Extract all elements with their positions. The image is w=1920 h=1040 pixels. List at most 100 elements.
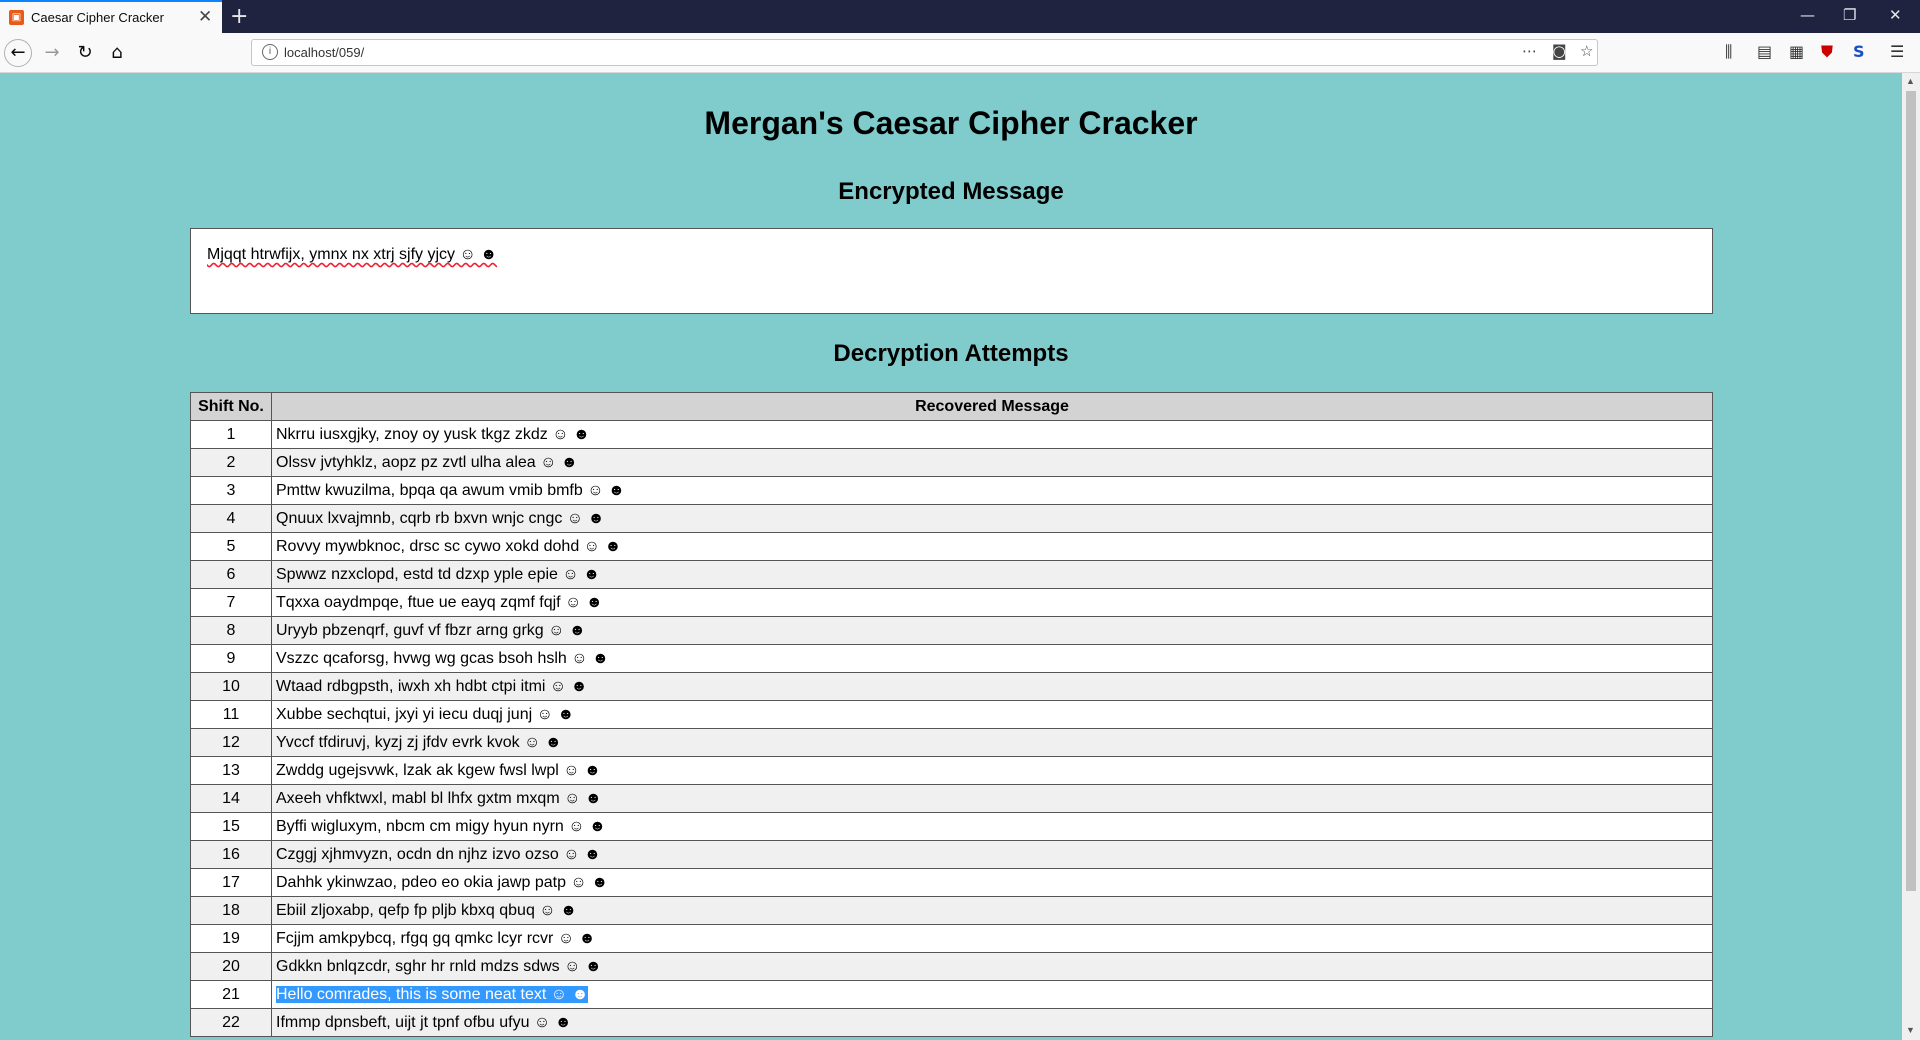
recovered-message-text[interactable]: Zwddg ugejsvwk, lzak ak kgew fwsl lwpl ☺…: [276, 762, 601, 779]
recovered-message-text[interactable]: Axeeh vhfktwxl, mabl bl lhfx gxtm mxqm ☺…: [276, 790, 602, 807]
recovered-message-text[interactable]: Tqxxa oaydmpqe, ftue ue eayq zqmf fqjf ☺…: [276, 594, 603, 611]
bookmark-star-icon[interactable]: ☆: [1580, 42, 1593, 60]
recovered-message-text[interactable]: Rovvy mywbknoc, drsc sc cywo xokd dohd ☺…: [276, 538, 621, 555]
address-bar[interactable]: i localhost/059/ ⋯ ◙ ☆: [251, 39, 1598, 66]
new-tab-icon[interactable]: +: [230, 4, 248, 29]
shift-number-cell: 22: [190, 1008, 272, 1037]
table-row: 21 Hello comrades, this is some neat text…: [190, 980, 1713, 1009]
recovered-message-cell[interactable]: Axeeh vhfktwxl, mabl bl lhfx gxtm mxqm ☺…: [271, 784, 1713, 813]
table-row: 5 Rovvy mywbknoc, drsc sc cywo xokd dohd …: [190, 532, 1713, 561]
recovered-message-text[interactable]: Pmttw kwuzilma, bpqa qa awum vmib bmfb ☺…: [276, 482, 625, 499]
recovered-message-cell[interactable]: Byffi wigluxym, nbcm cm migy hyun nyrn ☺…: [271, 812, 1713, 841]
container-icon[interactable]: ▦: [1789, 42, 1804, 61]
recovered-message-cell[interactable]: Xubbe sechqtui, jxyi yi iecu duqj junj ☺…: [271, 700, 1713, 729]
recovered-message-cell[interactable]: Ifmmp dpnsbeft, uijt jt tpnf ofbu ufyu ☺…: [271, 1008, 1713, 1037]
shift-number-cell: 2: [190, 448, 272, 477]
recovered-message-cell[interactable]: Czggj xjhmvyzn, ocdn dn njhz izvo ozso ☺…: [271, 840, 1713, 869]
recovered-message-text[interactable]: Ebiil zljoxabp, qefp fp pljb kbxq qbuq ☺…: [276, 902, 577, 919]
recovered-message-text[interactable]: Byffi wigluxym, nbcm cm migy hyun nyrn ☺…: [276, 818, 606, 835]
page-title: Mergan's Caesar Cipher Cracker: [704, 105, 1198, 141]
shift-number-cell: 9: [190, 644, 272, 673]
url-text[interactable]: localhost/059/: [284, 45, 364, 60]
tab-close-icon[interactable]: ✕: [198, 7, 212, 27]
table-row: 2 Olssv jvtyhklz, aopz pz zvtl ulha alea …: [190, 448, 1713, 477]
page-scrollbar[interactable]: ▲ ▼: [1902, 73, 1920, 1040]
menu-icon[interactable]: ☰: [1890, 42, 1904, 61]
table-row: 7 Tqxxa oaydmpqe, ftue ue eayq zqmf fqjf …: [190, 588, 1713, 617]
recovered-message-cell[interactable]: Hello comrades, this is some neat text ☺…: [271, 980, 1713, 1009]
recovered-message-cell[interactable]: Rovvy mywbknoc, drsc sc cywo xokd dohd ☺…: [271, 532, 1713, 561]
encrypted-message-box[interactable]: Mjqqt htrwfijx, ymnx nx xtrj sjfy yjcy ☺…: [190, 228, 1713, 314]
recovered-message-cell[interactable]: Olssv jvtyhklz, aopz pz zvtl ulha alea ☺…: [271, 448, 1713, 477]
recovered-message-cell[interactable]: Tqxxa oaydmpqe, ftue ue eayq zqmf fqjf ☺…: [271, 588, 1713, 617]
recovered-message-cell[interactable]: Uryyb pbzenqrf, guvf vf fbzr arng grkg ☺…: [271, 616, 1713, 645]
tab-active[interactable]: ▣ Caesar Cipher Cracker ✕: [0, 0, 222, 33]
table-row: 20 Gdkkn bnlqzcdr, sghr hr rnld mdzs sdws…: [190, 952, 1713, 981]
home-icon[interactable]: ⌂: [104, 40, 130, 66]
shift-number-cell: 16: [190, 840, 272, 869]
recovered-message-text[interactable]: Olssv jvtyhklz, aopz pz zvtl ulha alea ☺…: [276, 454, 578, 471]
table-row: 11 Xubbe sechqtui, jxyi yi iecu duqj junj…: [190, 700, 1713, 729]
site-info-icon[interactable]: i: [262, 44, 278, 60]
recovered-message-cell[interactable]: Yvccf tfdiruvj, kyzj zj jfdv evrk kvok ☺…: [271, 728, 1713, 757]
recovered-message-text[interactable]: Uryyb pbzenqrf, guvf vf fbzr arng grkg ☺…: [276, 622, 586, 639]
recovered-message-text[interactable]: Fcjjm amkpybcq, rfgq gq qmkc lcyr rcvr ☺…: [276, 930, 595, 947]
recovered-message-text[interactable]: Wtaad rdbgpsth, iwxh xh hdbt ctpi itmi ☺…: [276, 678, 588, 695]
shift-number-cell: 14: [190, 784, 272, 813]
recovered-message-text[interactable]: Vszzc qcaforsg, hvwg wg gcas bsoh hslh ☺…: [276, 650, 609, 667]
recovered-message-cell[interactable]: Ebiil zljoxabp, qefp fp pljb kbxq qbuq ☺…: [271, 896, 1713, 925]
recovered-message-cell[interactable]: Fcjjm amkpybcq, rfgq gq qmkc lcyr rcvr ☺…: [271, 924, 1713, 953]
shift-number-cell: 17: [190, 868, 272, 897]
recovered-message-text[interactable]: Czggj xjhmvyzn, ocdn dn njhz izvo ozso ☺…: [276, 846, 601, 863]
recovered-message-text[interactable]: Qnuux lxvajmnb, cqrb rb bxvn wnjc cngc ☺…: [276, 510, 604, 527]
shift-number-cell: 12: [190, 728, 272, 757]
shift-number-cell: 11: [190, 700, 272, 729]
back-icon[interactable]: ←: [4, 39, 32, 67]
recovered-message-cell[interactable]: Gdkkn bnlqzcdr, sghr hr rnld mdzs sdws ☺…: [271, 952, 1713, 981]
window-close-icon[interactable]: ✕: [1889, 6, 1902, 24]
recovered-message-cell[interactable]: Spwwz nzxclopd, estd td dzxp yple epie ☺…: [271, 560, 1713, 589]
recovered-message-text[interactable]: Hello comrades, this is some neat text ☺…: [276, 985, 589, 1003]
page-favicon-icon: ▣: [9, 10, 24, 25]
recovered-message-cell[interactable]: Dahhk ykinwzao, pdeo eo okia jawp patp ☺…: [271, 868, 1713, 897]
page-content: Mergan's Caesar Cipher Cracker Encrypted…: [0, 73, 1902, 1040]
recovered-message-cell[interactable]: Vszzc qcaforsg, hvwg wg gcas bsoh hslh ☺…: [271, 644, 1713, 673]
recovered-message-cell[interactable]: Pmttw kwuzilma, bpqa qa awum vmib bmfb ☺…: [271, 476, 1713, 505]
shift-number-cell: 15: [190, 812, 272, 841]
shift-number-cell: 20: [190, 952, 272, 981]
recovered-message-text[interactable]: Nkrru iusxgjky, znoy oy yusk tkgz zkdz ☺…: [276, 426, 590, 443]
restore-icon[interactable]: ❐: [1843, 6, 1856, 24]
recovered-message-text[interactable]: Spwwz nzxclopd, estd td dzxp yple epie ☺…: [276, 566, 600, 583]
table-row: 6 Spwwz nzxclopd, estd td dzxp yple epie …: [190, 560, 1713, 589]
library-icon[interactable]: ⫼: [1725, 42, 1732, 62]
table-row: 13 Zwddg ugejsvwk, lzak ak kgew fwsl lwpl…: [190, 756, 1713, 785]
shift-number-cell: 21: [190, 980, 272, 1009]
recovered-message-cell[interactable]: Qnuux lxvajmnb, cqrb rb bxvn wnjc cngc ☺…: [271, 504, 1713, 533]
minimize-icon[interactable]: —: [1800, 6, 1815, 24]
scroll-down-icon[interactable]: ▼: [1906, 1025, 1915, 1035]
table-row: 8 Uryyb pbzenqrf, guvf vf fbzr arng grkg …: [190, 616, 1713, 645]
scroll-up-icon[interactable]: ▲: [1906, 76, 1915, 86]
recovered-message-text[interactable]: Xubbe sechqtui, jxyi yi iecu duqj junj ☺…: [276, 706, 574, 723]
decryption-table: Shift No. Recovered Message 1 Nkrru iusxg…: [190, 392, 1713, 1037]
recovered-message-cell[interactable]: Zwddg ugejsvwk, lzak ak kgew fwsl lwpl ☺…: [271, 756, 1713, 785]
sidebar-icon[interactable]: ▤: [1757, 42, 1772, 61]
recovered-message-text[interactable]: Gdkkn bnlqzcdr, sghr hr rnld mdzs sdws ☺…: [276, 958, 602, 975]
navigation-toolbar: ← → ↻ ⌂ i localhost/059/ ⋯ ◙ ☆ ⫼ ▤ ▦ ⛊ S…: [0, 33, 1920, 73]
pocket-icon[interactable]: ◙: [1552, 42, 1567, 60]
recovered-message-cell[interactable]: Nkrru iusxgjky, znoy oy yusk tkgz zkdz ☺…: [271, 420, 1713, 449]
ublock-icon[interactable]: ⛊: [1821, 42, 1833, 62]
scrollbar-thumb[interactable]: [1906, 91, 1916, 891]
decryption-heading: Decryption Attempts: [833, 340, 1069, 367]
table-row: 3 Pmttw kwuzilma, bpqa qa awum vmib bmfb …: [190, 476, 1713, 505]
extension-s-icon[interactable]: S: [1853, 42, 1865, 61]
page-actions-icon[interactable]: ⋯: [1522, 42, 1537, 60]
recovered-message-text[interactable]: Ifmmp dpnsbeft, uijt jt tpnf ofbu ufyu ☺…: [276, 1014, 572, 1031]
recovered-message-text[interactable]: Dahhk ykinwzao, pdeo eo okia jawp patp ☺…: [276, 874, 608, 891]
reload-icon[interactable]: ↻: [72, 40, 98, 66]
encrypted-message-text[interactable]: Mjqqt htrwfijx, ymnx nx xtrj sjfy yjcy ☺…: [207, 246, 497, 264]
recovered-message-text[interactable]: Yvccf tfdiruvj, kyzj zj jfdv evrk kvok ☺…: [276, 734, 562, 751]
recovered-message-cell[interactable]: Wtaad rdbgpsth, iwxh xh hdbt ctpi itmi ☺…: [271, 672, 1713, 701]
table-row: 16 Czggj xjhmvyzn, ocdn dn njhz izvo ozso…: [190, 840, 1713, 869]
forward-icon[interactable]: →: [39, 40, 65, 66]
